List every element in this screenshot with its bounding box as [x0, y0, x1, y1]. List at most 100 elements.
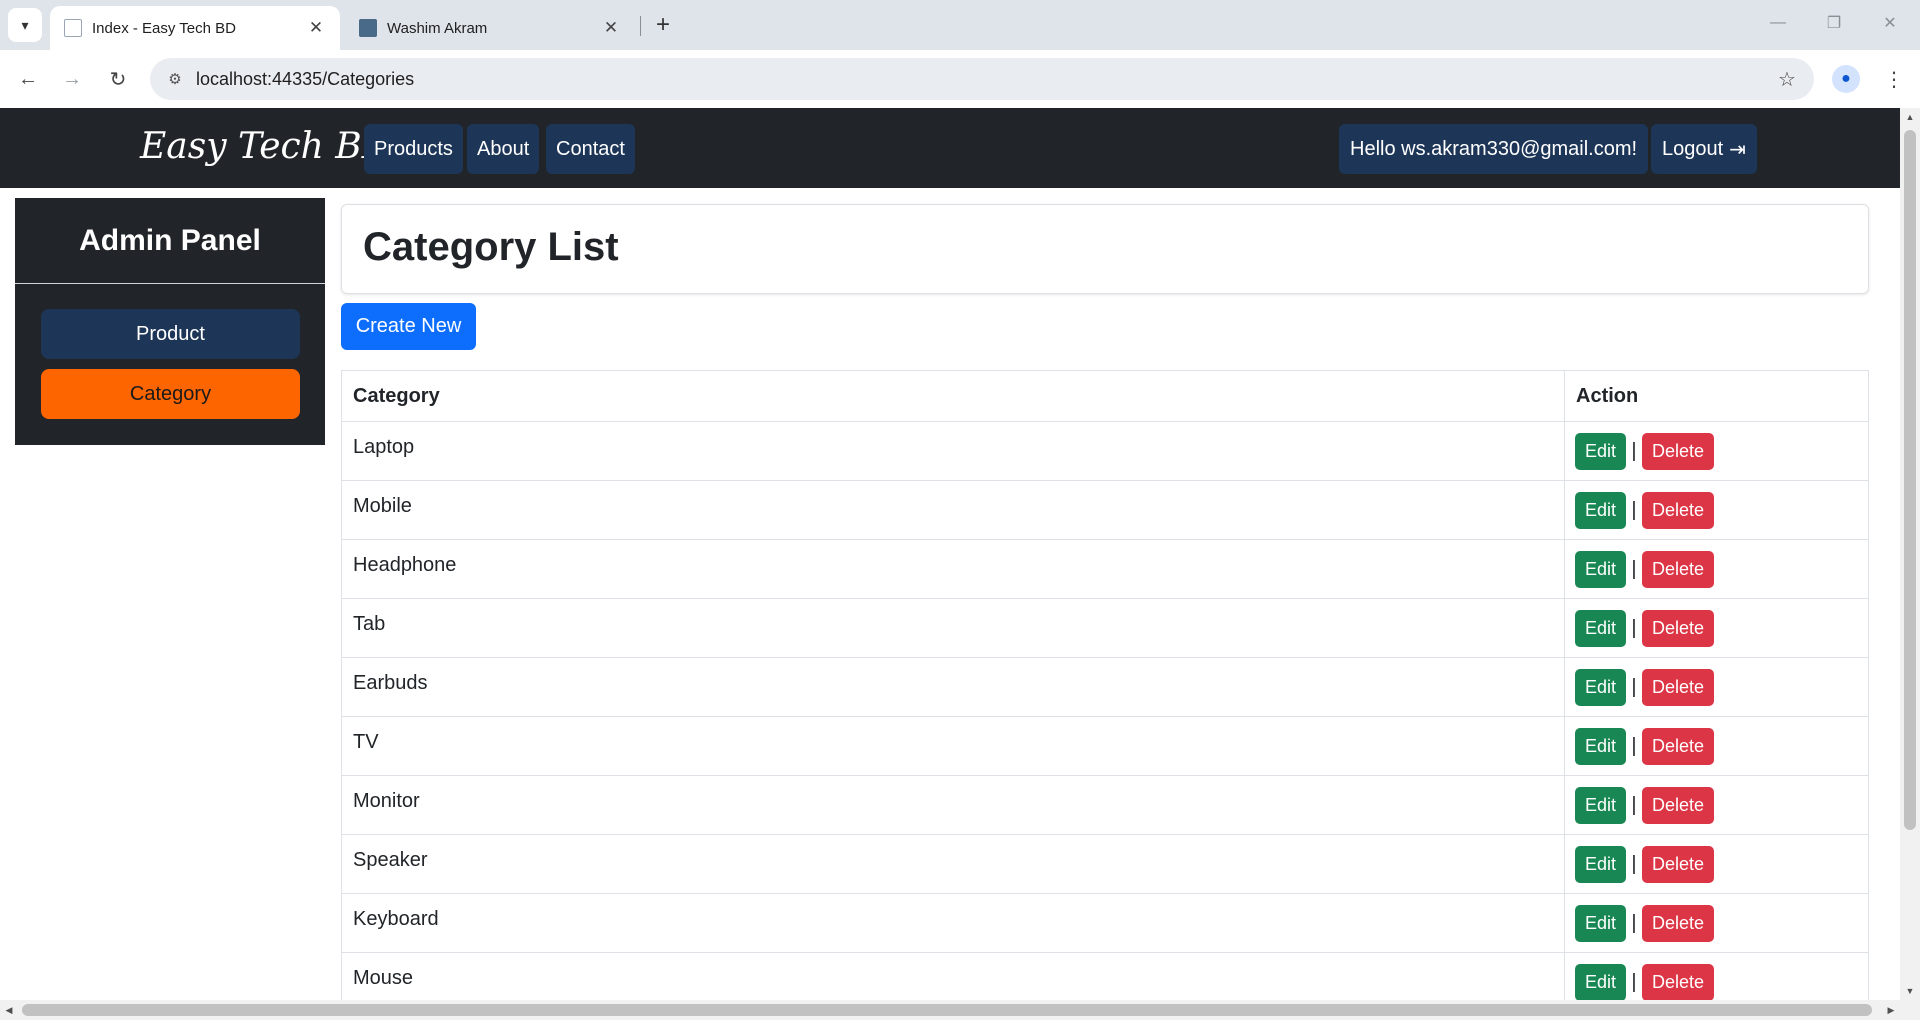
action-separator: | [1631, 852, 1637, 875]
minimize-icon[interactable]: — [1758, 8, 1798, 38]
column-header-action: Action [1564, 370, 1869, 422]
action-separator: | [1631, 439, 1637, 462]
logout-label: Logout [1662, 137, 1724, 160]
table-row: TV Edit | Delete [341, 716, 1869, 776]
action-cell: Edit | Delete [1564, 893, 1869, 953]
action-separator: | [1631, 498, 1637, 521]
category-name-cell: Monitor [341, 775, 1565, 835]
delete-button[interactable]: Delete [1642, 727, 1714, 765]
menu-dots-icon[interactable]: ⋮ [1880, 63, 1908, 95]
restore-icon[interactable]: ❐ [1814, 8, 1854, 38]
page-viewport: Easy Tech BD Products About Contact Hell… [0, 108, 1900, 1000]
action-cell: Edit | Delete [1564, 834, 1869, 894]
tab-index[interactable]: Index - Easy Tech BD ✕ [50, 6, 340, 50]
nav-link-products[interactable]: Products [364, 124, 463, 174]
vertical-scroll-thumb[interactable] [1904, 130, 1916, 830]
tab-separator [640, 16, 641, 36]
tab-close-icon[interactable]: ✕ [306, 18, 326, 38]
sidebar-item-category[interactable]: Category [41, 369, 300, 419]
edit-button[interactable]: Edit [1575, 668, 1626, 706]
user-greeting-link[interactable]: Hello ws.akram330@gmail.com! [1339, 124, 1649, 174]
edit-button[interactable]: Edit [1575, 491, 1626, 529]
category-name-cell: Tab [341, 598, 1565, 658]
sidebar-item-product[interactable]: Product [41, 309, 300, 359]
category-name-cell: Mobile [341, 480, 1565, 540]
table-row: Earbuds Edit | Delete [341, 657, 1869, 717]
site-info-icon[interactable]: ⚙ [164, 70, 186, 88]
delete-button[interactable]: Delete [1642, 609, 1714, 647]
profile-icon[interactable]: ● [1832, 65, 1860, 93]
category-name-cell: Mouse [341, 952, 1565, 1000]
edit-button[interactable]: Edit [1575, 904, 1626, 942]
page-favicon-icon [64, 19, 82, 37]
column-header-category: Category [341, 370, 1565, 422]
edit-button[interactable]: Edit [1575, 786, 1626, 824]
category-name-cell: TV [341, 716, 1565, 776]
edit-button[interactable]: Edit [1575, 432, 1626, 470]
action-separator: | [1631, 793, 1637, 816]
edit-button[interactable]: Edit [1575, 727, 1626, 765]
category-name-cell: Speaker [341, 834, 1565, 894]
logout-button[interactable]: Logout ⇥ [1651, 124, 1757, 174]
back-icon[interactable]: ← [12, 63, 44, 95]
edit-button[interactable]: Edit [1575, 609, 1626, 647]
action-cell: Edit | Delete [1564, 775, 1869, 835]
vertical-scrollbar[interactable]: ▲ ▼ [1900, 108, 1920, 1000]
nav-link-about[interactable]: About [467, 124, 540, 174]
action-cell: Edit | Delete [1564, 716, 1869, 776]
scroll-right-icon[interactable]: ▶ [1882, 1000, 1900, 1020]
profile-favicon-icon [359, 19, 377, 37]
browser-tabstrip: ▾ Index - Easy Tech BD ✕ Washim Akram ✕ … [0, 0, 1920, 50]
scroll-down-icon[interactable]: ▼ [1900, 982, 1920, 1000]
forward-icon[interactable]: → [56, 63, 88, 95]
horizontal-scroll-thumb[interactable] [22, 1004, 1872, 1016]
action-cell: Edit | Delete [1564, 539, 1869, 599]
action-separator: | [1631, 616, 1637, 639]
tab-search-icon[interactable]: ▾ [8, 8, 42, 42]
admin-sidebar: Admin Panel Product Category [15, 198, 325, 445]
reload-icon[interactable]: ↻ [102, 63, 134, 95]
action-separator: | [1631, 557, 1637, 580]
delete-button[interactable]: Delete [1642, 668, 1714, 706]
nav-link-contact[interactable]: Contact [546, 124, 635, 174]
tab-close-icon[interactable]: ✕ [601, 18, 621, 38]
edit-button[interactable]: Edit [1575, 845, 1626, 883]
action-cell: Edit | Delete [1564, 952, 1869, 1000]
scroll-up-icon[interactable]: ▲ [1900, 108, 1920, 126]
table-row: Mobile Edit | Delete [341, 480, 1869, 540]
url-text[interactable]: localhost:44335/Categories [196, 69, 1772, 90]
close-window-icon[interactable]: ✕ [1870, 8, 1910, 38]
table-row: Headphone Edit | Delete [341, 539, 1869, 599]
page-title-card: Category List [341, 204, 1869, 294]
delete-button[interactable]: Delete [1642, 491, 1714, 529]
action-separator: | [1631, 911, 1637, 934]
action-separator: | [1631, 970, 1637, 993]
edit-button[interactable]: Edit [1575, 550, 1626, 588]
table-row: Monitor Edit | Delete [341, 775, 1869, 835]
table-header-row: Category Action [341, 370, 1869, 422]
delete-button[interactable]: Delete [1642, 786, 1714, 824]
horizontal-scrollbar[interactable]: ◀ ▶ [0, 1000, 1920, 1020]
bookmark-star-icon[interactable]: ☆ [1772, 67, 1802, 92]
scroll-left-icon[interactable]: ◀ [0, 1000, 18, 1020]
category-name-cell: Headphone [341, 539, 1565, 599]
category-table-body: Laptop Edit | Delete Mobile Edit | Delete Headph… [341, 421, 1869, 1000]
brand-logo[interactable]: Easy Tech BD [140, 126, 391, 167]
site-navbar: Easy Tech BD Products About Contact Hell… [0, 108, 1900, 188]
action-separator: | [1631, 734, 1637, 757]
delete-button[interactable]: Delete [1642, 432, 1714, 470]
page-title: Category List [363, 225, 619, 269]
table-row: Laptop Edit | Delete [341, 421, 1869, 481]
delete-button[interactable]: Delete [1642, 963, 1714, 1000]
address-bar[interactable]: ⚙ localhost:44335/Categories ☆ [150, 58, 1814, 100]
delete-button[interactable]: Delete [1642, 904, 1714, 942]
new-tab-icon[interactable]: + [648, 10, 678, 40]
action-cell: Edit | Delete [1564, 421, 1869, 481]
delete-button[interactable]: Delete [1642, 550, 1714, 588]
delete-button[interactable]: Delete [1642, 845, 1714, 883]
table-row: Speaker Edit | Delete [341, 834, 1869, 894]
create-new-button[interactable]: Create New [341, 303, 476, 350]
edit-button[interactable]: Edit [1575, 963, 1626, 1000]
category-name-cell: Earbuds [341, 657, 1565, 717]
tab-washim-akram[interactable]: Washim Akram ✕ [345, 6, 635, 50]
